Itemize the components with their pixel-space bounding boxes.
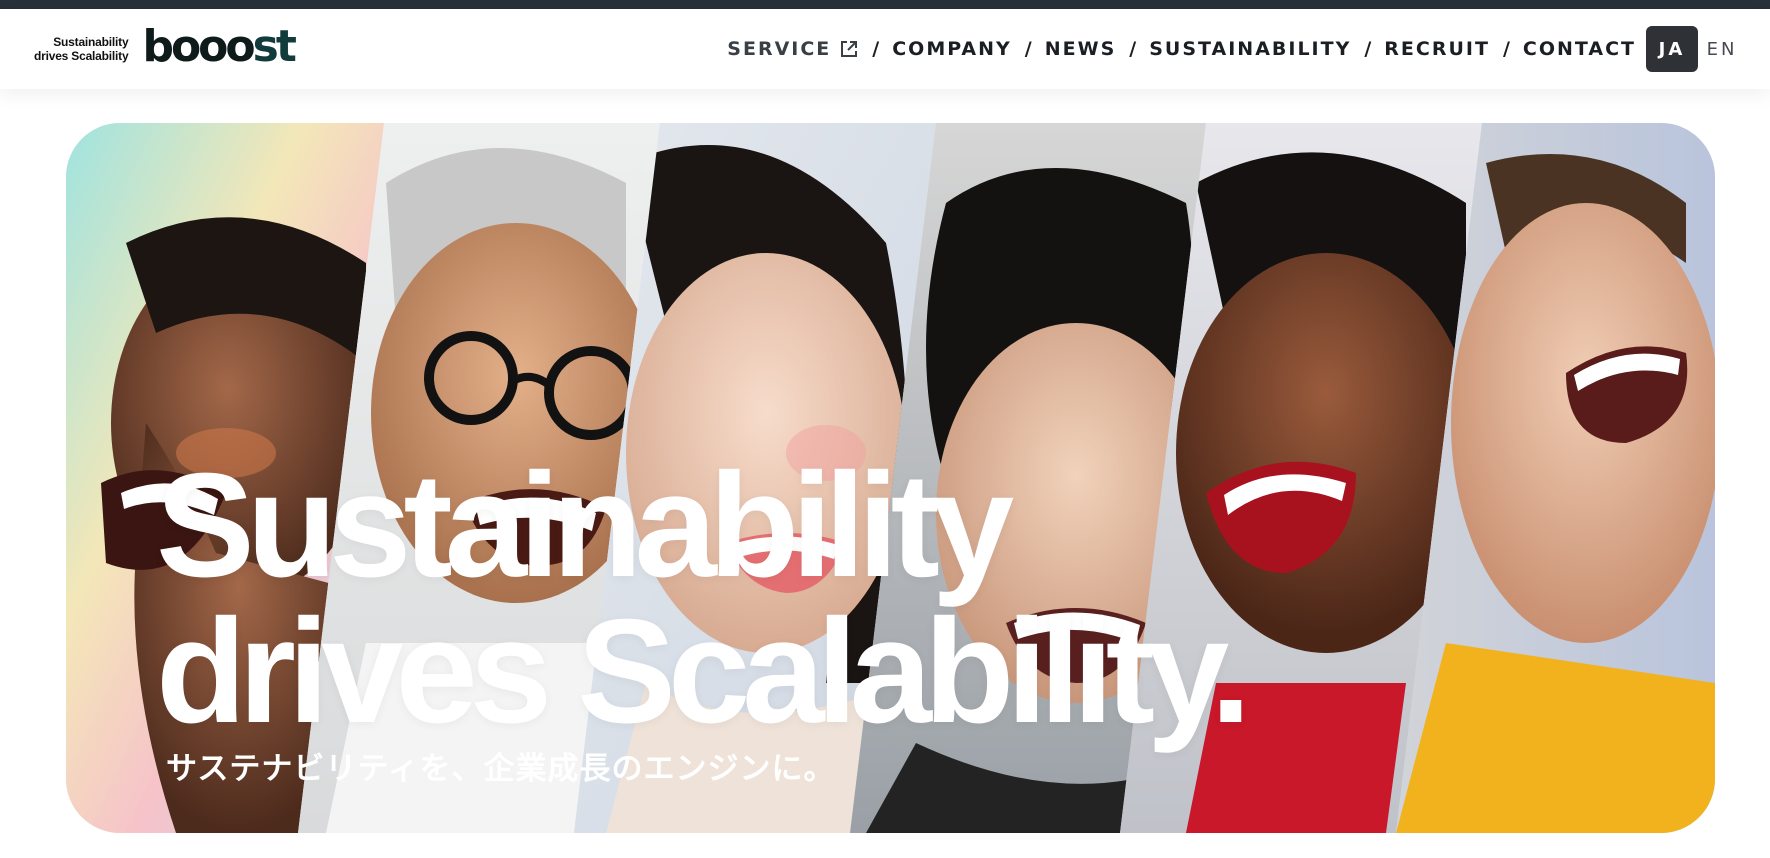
main-navigation: SERVICE / COMPANY / NEWS / SUSTAINABILIT… — [727, 26, 1746, 72]
booost-logo: booost — [142, 25, 296, 69]
logo-main-text: booo — [142, 21, 255, 72]
nav-separator: / — [1502, 38, 1510, 60]
nav-company[interactable]: COMPANY — [892, 38, 1012, 60]
brand-tagline: Sustainability drives Scalability — [34, 35, 129, 63]
external-link-icon — [841, 41, 858, 57]
nav-separator: / — [1364, 38, 1372, 60]
nav-separator: / — [872, 38, 880, 60]
brand-tagline-line1: Sustainability — [53, 35, 129, 49]
nav-news[interactable]: NEWS — [1045, 38, 1117, 60]
hero-headline-line1: Sustainability — [156, 443, 1014, 608]
top-accent-strip — [0, 0, 1770, 9]
nav-service-label: SERVICE — [727, 38, 832, 60]
hero-headline: Sustainability drives Scalability. — [156, 443, 1251, 754]
nav-recruit[interactable]: RECRUIT — [1384, 38, 1490, 60]
logo-end-text: st — [252, 21, 297, 72]
nav-sustainability[interactable]: SUSTAINABILITY — [1149, 38, 1351, 60]
hero-subline: サステナビリティを、企業成長のエンジンに。 — [166, 751, 836, 787]
hero-headline-line2: drives Scalability. — [156, 589, 1251, 754]
brand-logo-link[interactable]: Sustainability drives Scalability booost — [34, 25, 297, 71]
nav-separator: / — [1024, 38, 1032, 60]
hero-banner: Sustainability drives Scalability. サステナビ… — [66, 123, 1715, 833]
lang-en-button[interactable]: EN — [1698, 26, 1746, 72]
nav-contact[interactable]: CONTACT — [1523, 38, 1636, 60]
site-header: Sustainability drives Scalability booost… — [0, 9, 1770, 89]
lang-ja-button[interactable]: JA — [1646, 26, 1698, 72]
brand-tagline-line2: drives Scalability — [34, 49, 129, 63]
nav-service[interactable]: SERVICE — [727, 38, 859, 60]
nav-separator: / — [1129, 38, 1137, 60]
